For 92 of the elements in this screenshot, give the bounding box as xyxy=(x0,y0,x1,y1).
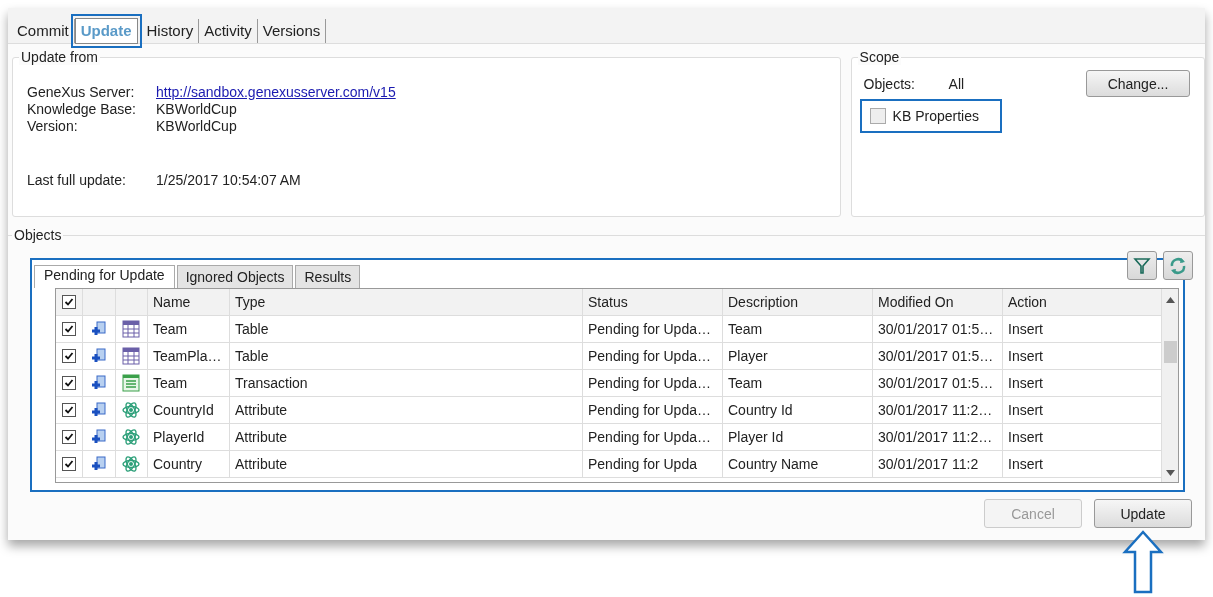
table-cell-text: Insert xyxy=(1007,347,1044,366)
table-cell: 30/01/2017 11:2… xyxy=(873,397,1003,423)
table-cell: Team xyxy=(148,316,230,342)
column-header[interactable]: Description xyxy=(723,289,873,315)
field-value: 1/25/2017 10:54:07 AM xyxy=(156,172,301,189)
table-cell: Team xyxy=(148,370,230,396)
table-cell: 30/01/2017 11:2 xyxy=(873,451,1003,477)
table-cell: Pending for Upda… xyxy=(583,397,723,423)
table-cell: Country Id xyxy=(723,397,873,423)
table-cell-text: Insert xyxy=(1007,374,1044,393)
table-cell-text: Insert xyxy=(1007,320,1044,339)
column-header[interactable]: Type xyxy=(230,289,583,315)
form-icon xyxy=(122,374,140,392)
table-cell: Team xyxy=(723,370,873,396)
checkbox[interactable] xyxy=(62,430,76,444)
table-cell: 30/01/2017 01:5… xyxy=(873,370,1003,396)
tab[interactable]: Results xyxy=(295,265,361,288)
table-cell: Player xyxy=(723,343,873,369)
group-title: Objects xyxy=(12,227,64,243)
tab[interactable]: Activity xyxy=(199,18,258,43)
group-title: Scope xyxy=(857,49,902,65)
table-cell: Pending for Upda xyxy=(583,451,723,477)
field-value: KBWorldCup xyxy=(156,118,237,135)
checkbox[interactable] xyxy=(62,349,76,363)
field-value: KBWorldCup xyxy=(156,101,237,118)
change-button[interactable]: Change... xyxy=(1086,70,1190,97)
checkbox[interactable] xyxy=(62,457,76,471)
checkbox[interactable] xyxy=(869,108,886,124)
field-label: Objects: xyxy=(863,75,916,92)
add-document-icon xyxy=(91,321,107,337)
column-header[interactable]: Status xyxy=(583,289,723,315)
filter-icon xyxy=(1133,256,1151,275)
table-cell: TeamPla… xyxy=(148,343,230,369)
table-cell-text: Insert xyxy=(1007,455,1044,474)
table-cell-text: Insert xyxy=(1007,428,1044,447)
tab[interactable]: Versions xyxy=(257,18,327,43)
field-label: Version: xyxy=(27,118,79,135)
tab[interactable]: Pending for Update xyxy=(34,265,175,288)
refresh-icon xyxy=(1168,255,1188,276)
table-icon xyxy=(122,347,140,365)
table-cell: Team xyxy=(723,316,873,342)
table-cell: Transaction xyxy=(230,370,583,396)
scroll-down-icon xyxy=(1165,470,1175,476)
field-label: GeneXus Server: xyxy=(27,84,136,101)
field-value: All xyxy=(948,75,966,92)
tab[interactable]: Ignored Objects xyxy=(176,265,294,288)
field-label: Knowledge Base: xyxy=(27,101,137,118)
filter-button[interactable] xyxy=(1127,251,1157,280)
column-header[interactable]: Modified On xyxy=(873,289,1003,315)
table-cell: Country xyxy=(148,451,230,477)
table-cell: 30/01/2017 01:5… xyxy=(873,316,1003,342)
add-document-icon xyxy=(91,456,107,472)
table-cell: Pending for Upda… xyxy=(583,316,723,342)
table-cell: 30/01/2017 11:2… xyxy=(873,424,1003,450)
column-header[interactable]: Action xyxy=(1003,289,1161,315)
scroll-thumb[interactable] xyxy=(1163,341,1177,363)
checkbox[interactable] xyxy=(62,403,76,417)
field-label: Last full update: xyxy=(27,172,127,189)
table-cell: CountryId xyxy=(148,397,230,423)
table-icon xyxy=(122,320,140,338)
table-cell: Country Name xyxy=(723,451,873,477)
table-cell: Pending for Upda… xyxy=(583,424,723,450)
checkbox-label: KB Properties xyxy=(892,108,979,124)
checkbox[interactable] xyxy=(62,322,76,336)
table-cell: Attribute xyxy=(230,397,583,423)
table-cell: Attribute xyxy=(230,424,583,450)
table-cell: Player Id xyxy=(723,424,873,450)
add-document-icon xyxy=(91,375,107,391)
table-cell: Table xyxy=(230,343,583,369)
atom-icon xyxy=(122,455,140,473)
add-document-icon xyxy=(91,348,107,364)
scroll-up-icon xyxy=(1165,297,1175,303)
scrollbar[interactable] xyxy=(1161,289,1178,482)
table-cell: Table xyxy=(230,316,583,342)
server-link[interactable]: http://sandbox.genexusserver.com/v15 xyxy=(156,84,396,101)
update-button[interactable]: Update xyxy=(1094,499,1192,528)
group-title: Update from xyxy=(19,49,101,65)
checkbox[interactable] xyxy=(62,376,76,390)
table-cell: Attribute xyxy=(230,451,583,477)
tab[interactable]: History xyxy=(141,18,200,43)
refresh-button[interactable] xyxy=(1163,251,1193,280)
column-header[interactable]: Name xyxy=(148,289,230,315)
atom-icon xyxy=(122,401,140,419)
atom-icon xyxy=(122,428,140,446)
table-cell-text: Insert xyxy=(1007,401,1044,420)
table-cell: PlayerId xyxy=(148,424,230,450)
checkbox[interactable] xyxy=(62,295,76,309)
table-cell: Pending for Upda… xyxy=(583,370,723,396)
table-cell: Pending for Upda… xyxy=(583,343,723,369)
table-cell: 30/01/2017 01:5… xyxy=(873,343,1003,369)
add-document-icon xyxy=(91,402,107,418)
add-document-icon xyxy=(91,429,107,445)
